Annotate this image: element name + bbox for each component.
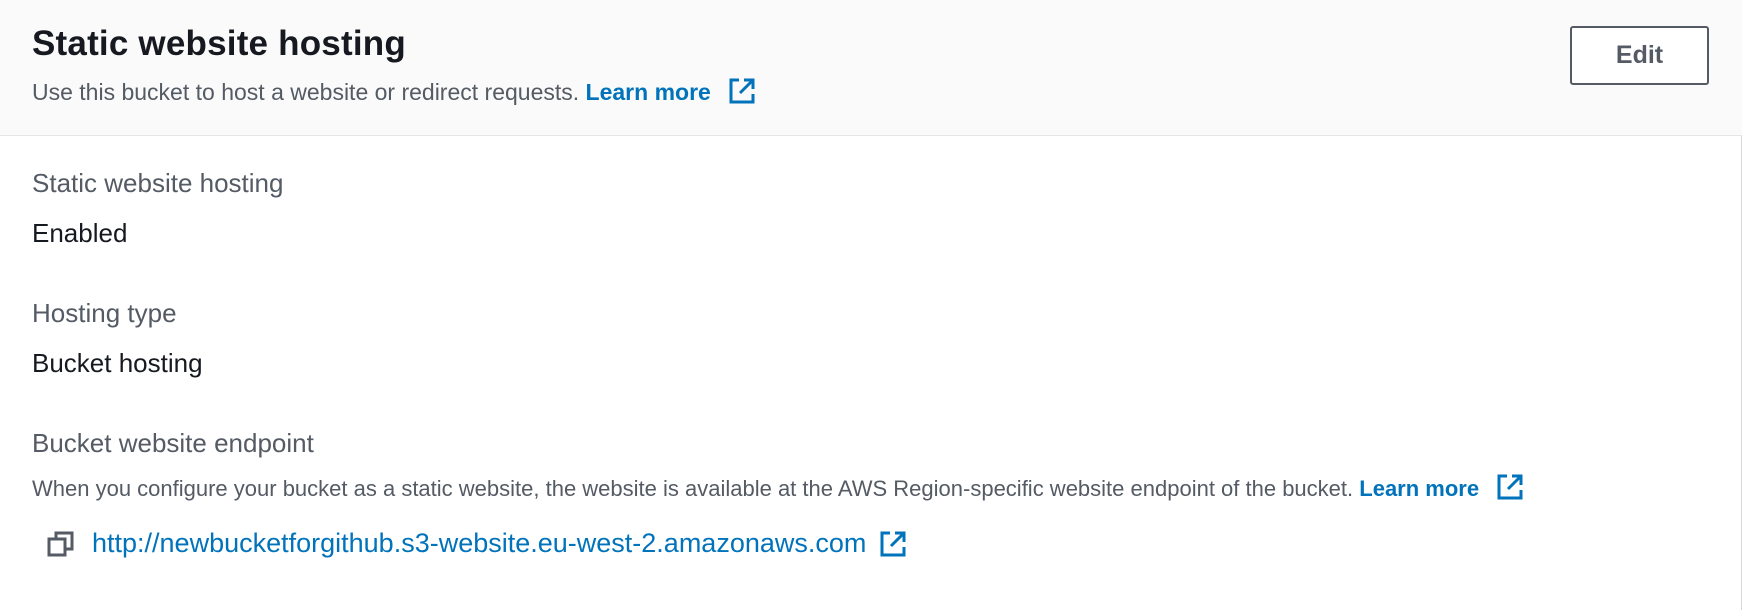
external-link-icon[interactable]: [1495, 472, 1525, 502]
panel-description-text: Use this bucket to host a website or red…: [32, 79, 580, 105]
copy-icon[interactable]: [46, 529, 76, 559]
panel-header: Static website hosting Use this bucket t…: [0, 0, 1742, 136]
hosting-status-label: Static website hosting: [32, 168, 284, 198]
external-link-icon[interactable]: [727, 76, 757, 106]
hosting-type-label: Hosting type: [32, 298, 177, 328]
endpoint-url-link[interactable]: http://newbucketforgithub.s3-website.eu-…: [92, 528, 866, 559]
hosting-type-value: Bucket hosting: [32, 348, 203, 378]
static-website-hosting-panel: Static website hosting Use this bucket t…: [0, 0, 1742, 610]
endpoint-description-text: When you configure your bucket as a stat…: [32, 476, 1354, 501]
endpoint-row: http://newbucketforgithub.s3-website.eu-…: [46, 528, 908, 559]
edit-button[interactable]: Edit: [1570, 26, 1709, 85]
panel-title: Static website hosting: [32, 24, 406, 63]
hosting-status-value: Enabled: [32, 218, 128, 248]
external-link-icon[interactable]: [878, 529, 908, 559]
endpoint-description: When you configure your bucket as a stat…: [32, 474, 1525, 502]
endpoint-label: Bucket website endpoint: [32, 428, 314, 458]
endpoint-learn-more-link[interactable]: Learn more: [1359, 476, 1479, 501]
panel-description: Use this bucket to host a website or red…: [32, 76, 757, 106]
learn-more-link[interactable]: Learn more: [586, 79, 711, 105]
